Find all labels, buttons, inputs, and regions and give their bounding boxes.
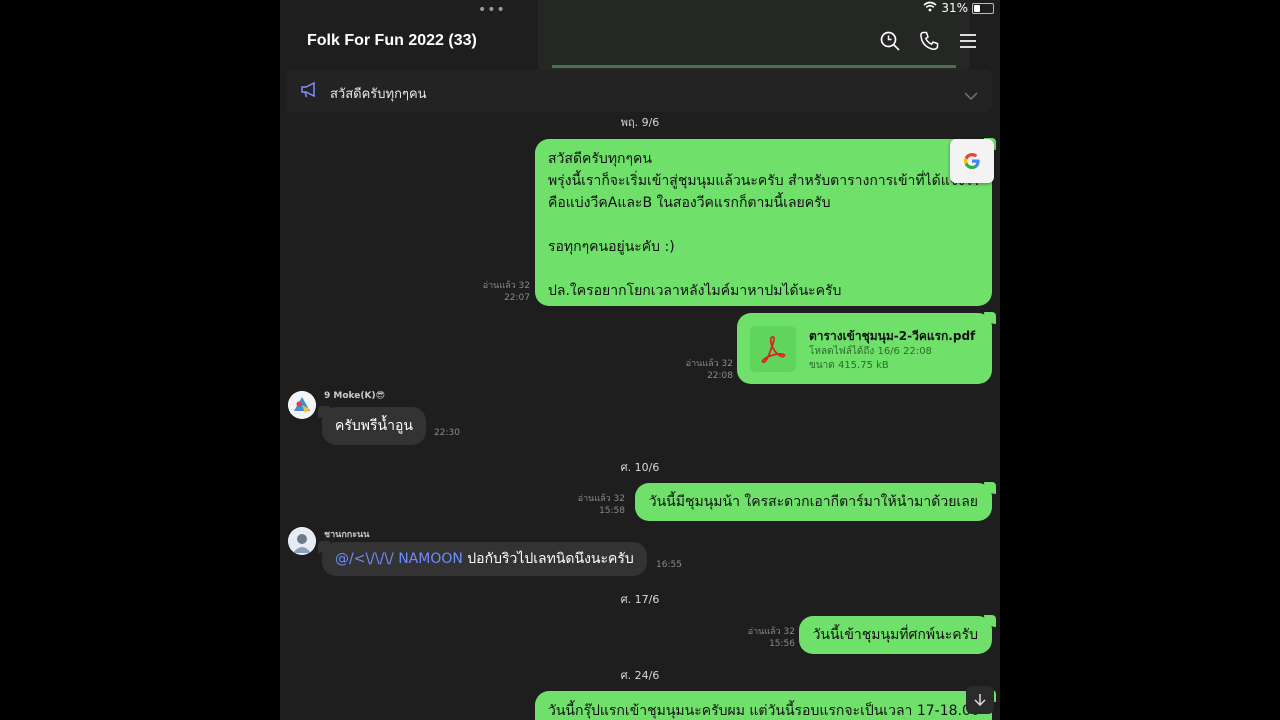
- read-count: อ่านแล้ว 32: [685, 359, 733, 369]
- outgoing-message[interactable]: สวัสดีครับทุกๆคน พรุ่งนี้เราก็จะเริ่มเข้…: [535, 138, 996, 306]
- outgoing-file-message[interactable]: ตารางเข้าชุมนุม-2-วีคแรก.pdf โหลดไฟล์ได้…: [737, 312, 996, 384]
- message-time: 22:07: [504, 293, 530, 303]
- message-line: พรุ่งนี้เราก็จะเริ่มเข้าสู่ชุมนุมแล้วนะค…: [548, 173, 978, 189]
- message-line: รอทุกๆคนอยู่นะคับ :): [548, 239, 675, 255]
- message-meta: อ่านแล้ว 32 15:58: [555, 493, 625, 517]
- outgoing-message[interactable]: วันนี้มีชุมนุมน้า ใครสะดวกเอากีตาร์มาให้…: [634, 482, 996, 521]
- menu-icon[interactable]: [957, 30, 978, 51]
- date-separator: ศ. 10/6: [620, 461, 660, 474]
- read-count: อ่านแล้ว 32: [482, 281, 530, 291]
- date-separator: พฤ. 9/6: [620, 116, 660, 129]
- multitask-dots-icon[interactable]: •••: [478, 2, 506, 18]
- date-separator: ศ. 24/6: [620, 669, 660, 682]
- chat-title[interactable]: Folk For Fun 2022 (33): [307, 32, 477, 50]
- message-line: ปล.ใครอยากโยกเวลาหลังไมค์มาหาปมได้นะครับ: [548, 283, 842, 299]
- message-text: วันนี้เข้าชุมนุมที่ศกพ์นะครับ: [812, 627, 978, 643]
- chat-app: ••• 31% Folk For Fun 2022 (33) สวัสดีครั…: [280, 0, 1000, 720]
- incoming-message[interactable]: ครับพรีน้ำอูน: [318, 406, 426, 445]
- message-text: ครับพรีน้ำอูน: [335, 418, 413, 434]
- message-line: คือแบ่งวีคAและB ในสองวีคแรกก็ตามนี้เลยคร…: [548, 195, 831, 211]
- message-line: สวัสดีครับทุกๆคน: [548, 151, 652, 167]
- message-time: 16:55: [656, 560, 682, 570]
- file-size: ขนาด 415.75 kB: [809, 360, 889, 371]
- outgoing-message[interactable]: วันนี้เข้าชุมนุมที่ศกพ์นะครับ: [798, 615, 996, 654]
- search-clock-icon[interactable]: [879, 30, 900, 51]
- read-count: อ่านแล้ว 32: [577, 494, 625, 504]
- chevron-down-icon[interactable]: [964, 86, 978, 105]
- message-meta: อ่านแล้ว 32 15:56: [725, 626, 795, 650]
- battery-icon: [972, 2, 994, 14]
- message-text: วันนี้กรุ๊ปแรกเข้าชุมนุมนะครับผม แต่วันน…: [548, 703, 978, 719]
- wifi-icon: [923, 1, 937, 15]
- file-expiry: โหลดไฟล์ได้ถึง 16/6 22:08: [809, 346, 932, 357]
- message-time: 22:30: [434, 428, 460, 438]
- chat-header: Folk For Fun 2022 (33): [280, 20, 1000, 64]
- avatar[interactable]: [288, 391, 316, 419]
- pdf-icon: [750, 326, 796, 372]
- google-translate-icon[interactable]: [950, 139, 994, 183]
- message-line: [548, 214, 978, 236]
- message-meta: อ่านแล้ว 32 22:08: [663, 358, 733, 382]
- megaphone-icon: [300, 81, 318, 102]
- message-time: 22:08: [707, 371, 733, 381]
- message-text: วันนี้มีชุมนุมน้า ใครสะดวกเอากีตาร์มาให้…: [648, 494, 978, 510]
- message-text: ปอกับริวไปเลทนิดนึงนะครับ: [462, 551, 634, 567]
- battery-percent: 31%: [941, 1, 968, 15]
- message-meta: อ่านแล้ว 32 22:07: [460, 280, 530, 304]
- message-line: [548, 258, 978, 280]
- message-time: 15:56: [769, 639, 795, 649]
- announcement-bar[interactable]: สวัสดีครับทุกๆคน: [286, 70, 992, 112]
- incoming-message[interactable]: @/<\/\/\/ NAMOON ปอกับริวไปเลทนิดนึงนะคร…: [318, 541, 647, 576]
- sender-name: ชานกกะนน: [324, 530, 370, 540]
- avatar[interactable]: [288, 527, 316, 555]
- scroll-down-icon[interactable]: [966, 686, 994, 714]
- status-bar: ••• 31%: [280, 0, 1000, 20]
- message-time: 15:58: [599, 506, 625, 516]
- date-separator: ศ. 17/6: [620, 593, 660, 606]
- sender-name: 9 Moke(K)😎: [324, 391, 385, 401]
- phone-icon[interactable]: [918, 30, 939, 51]
- read-count: อ่านแล้ว 32: [747, 627, 795, 637]
- announcement-text: สวัสดีครับทุกๆคน: [330, 87, 427, 102]
- mention-link[interactable]: @/<\/\/\/ NAMOON: [335, 551, 463, 567]
- outgoing-message[interactable]: วันนี้กรุ๊ปแรกเข้าชุมนุมนะครับผม แต่วันน…: [535, 690, 996, 720]
